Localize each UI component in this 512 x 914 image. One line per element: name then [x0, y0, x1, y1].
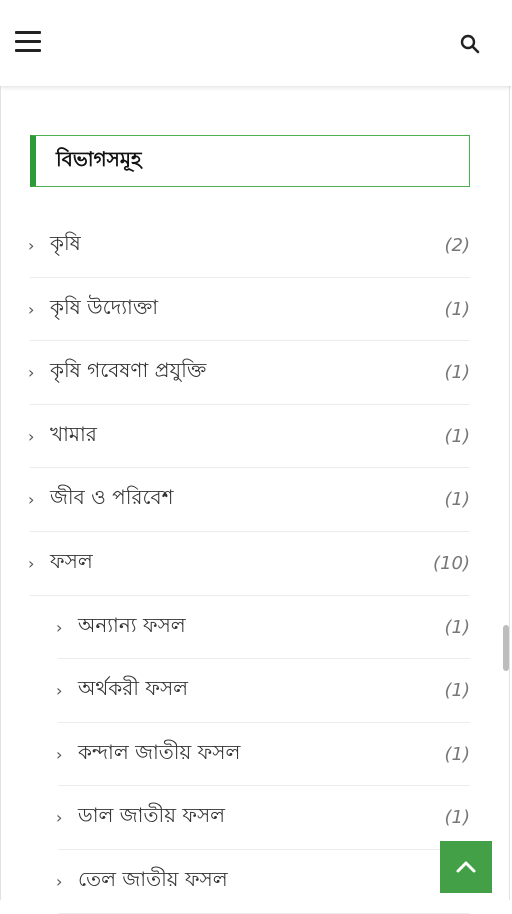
category-count: (1) [444, 616, 471, 638]
chevron-right-icon: › [56, 617, 63, 637]
category-link[interactable]: › কৃষি গবেষণা প্রযুক্তি (1) [28, 341, 470, 404]
category-link[interactable]: › ডাল জাতীয় ফসল (1) [56, 786, 470, 849]
category-item: › ডাল জাতীয় ফসল (1) [0, 786, 512, 850]
back-to-top-button[interactable] [440, 841, 492, 893]
category-link[interactable]: › কন্দাল জাতীয় ফসল (1) [56, 723, 470, 786]
chevron-right-icon: › [28, 426, 35, 446]
category-item: › কন্দাল জাতীয় ফসল (1) [0, 723, 512, 787]
category-item: › কৃষি (2) [0, 214, 512, 278]
category-label: কৃষি উদ্যোক্তা [50, 294, 159, 319]
category-label: খামার [50, 421, 97, 446]
category-link[interactable]: › জীব ও পরিবেশ (1) [28, 468, 470, 531]
chevron-right-icon: › [28, 490, 35, 510]
categories-widget-title: বিভাগসমূহ [30, 135, 470, 187]
chevron-right-icon: › [56, 871, 63, 891]
category-item: › জীব ও পরিবেশ (1) [0, 468, 512, 532]
top-header [0, 0, 512, 86]
category-link[interactable]: › কৃষি (2) [28, 214, 470, 277]
category-count: (1) [444, 298, 471, 320]
category-link[interactable]: › ফসল (10) [28, 532, 470, 595]
category-count: (1) [444, 680, 471, 702]
category-count: (1) [444, 807, 471, 829]
category-link[interactable]: › খামার (1) [28, 405, 470, 468]
category-link[interactable]: › তেল জাতীয় ফসল [56, 850, 470, 913]
category-count: (1) [444, 362, 471, 384]
category-label: অন্যান্য ফসল [78, 612, 186, 637]
scrollbar-thumb[interactable] [503, 625, 509, 671]
chevron-right-icon: › [56, 808, 63, 828]
chevron-right-icon: › [56, 681, 63, 701]
hamburger-menu-icon[interactable] [15, 31, 41, 53]
chevron-right-icon: › [28, 553, 35, 573]
search-icon[interactable] [459, 33, 481, 55]
category-count: (1) [444, 425, 471, 447]
category-separator [58, 912, 470, 914]
chevron-right-icon: › [28, 363, 35, 383]
category-label: জীব ও পরিবেশ [50, 485, 174, 510]
category-count: (1) [444, 743, 471, 765]
category-label: তেল জাতীয় ফসল [78, 866, 228, 891]
chevron-right-icon: › [56, 744, 63, 764]
category-count: (1) [444, 489, 471, 511]
category-item: › খামার (1) [0, 405, 512, 469]
category-label: কন্দাল জাতীয় ফসল [78, 739, 241, 764]
category-link[interactable]: › কৃষি উদ্যোক্তা (1) [28, 278, 470, 341]
category-item: › অন্যান্য ফসল (1) [0, 596, 512, 660]
category-label: অর্থকরী ফসল [78, 676, 189, 701]
category-count: (10) [433, 552, 470, 574]
category-link[interactable]: › অন্যান্য ফসল (1) [56, 596, 470, 659]
category-item: › ফসল (10) [0, 532, 512, 596]
category-item: › তেল জাতীয় ফসল [0, 850, 512, 914]
category-list: › কৃষি (2) › কৃষি উদ্যোক্তা (1) › কৃষি গবেষণা প… [0, 214, 512, 914]
chevron-right-icon: › [28, 236, 35, 255]
widget-title-text: বিভাগসমূহ [56, 146, 142, 171]
chevron-up-icon [456, 861, 476, 873]
category-item: › অর্থকরী ফসল (1) [0, 659, 512, 723]
category-item: › কৃষি উদ্যোক্তা (1) [0, 278, 512, 342]
category-count: (2) [444, 235, 471, 256]
category-label: কৃষি [50, 231, 81, 255]
category-label: ডাল জাতীয় ফসল [78, 803, 226, 828]
category-label: কৃষি গবেষণা প্রযুক্তি [50, 358, 207, 383]
chevron-right-icon: › [28, 299, 35, 319]
category-label: ফসল [50, 548, 93, 573]
category-item: › কৃষি গবেষণা প্রযুক্তি (1) [0, 341, 512, 405]
category-link[interactable]: › অর্থকরী ফসল (1) [56, 659, 470, 722]
